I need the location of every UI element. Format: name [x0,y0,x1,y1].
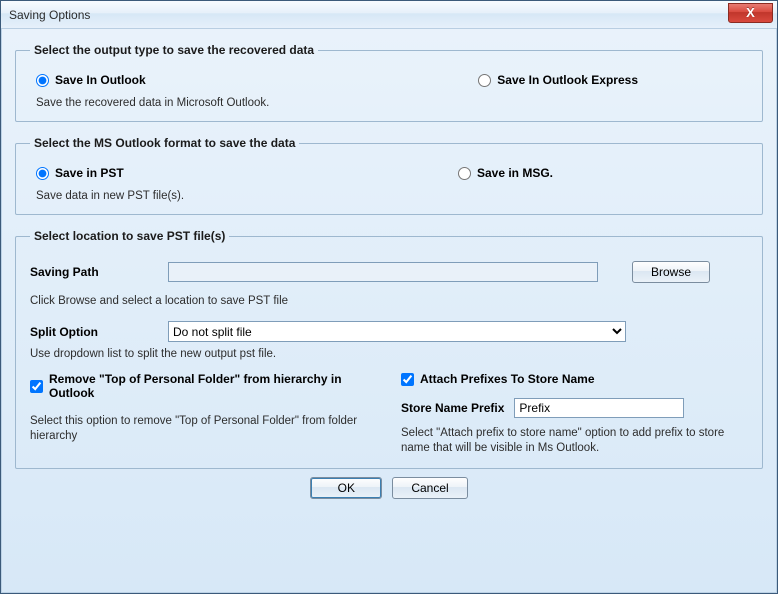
checkbox-remove-top-folder-label[interactable]: Remove "Top of Personal Folder" from hie… [49,372,377,400]
radio-save-in-pst-row: Save in PST [36,166,124,180]
group-output-type-legend: Select the output type to save the recov… [30,43,318,57]
client-area: Select the output type to save the recov… [1,29,777,593]
store-name-prefix-label: Store Name Prefix [401,401,504,415]
radio-save-in-outlook[interactable] [36,74,49,87]
saving-options-dialog: Saving Options X Select the output type … [0,0,778,594]
browse-button[interactable]: Browse [632,261,710,283]
saving-path-input[interactable] [168,262,598,282]
radio-save-in-outlook-row: Save In Outlook [36,73,146,87]
ok-button[interactable]: OK [310,477,382,499]
group-save-location: Select location to save PST file(s) Savi… [15,229,763,469]
saving-path-label: Saving Path [30,265,160,279]
radio-save-in-outlook-express[interactable] [478,74,491,87]
split-option-label: Split Option [30,325,160,339]
output-type-desc: Save the recovered data in Microsoft Out… [30,97,748,109]
browse-desc: Click Browse and select a location to sa… [30,295,748,307]
radio-save-in-outlook-label[interactable]: Save In Outlook [55,73,146,87]
radio-save-in-msg-label[interactable]: Save in MSG. [477,166,553,180]
remove-top-desc: Select this option to remove "Top of Per… [30,414,377,444]
close-button[interactable]: X [728,3,773,23]
radio-save-in-pst[interactable] [36,167,49,180]
radio-save-in-msg[interactable] [458,167,471,180]
titlebar: Saving Options X [1,1,777,29]
footer-buttons: OK Cancel [15,477,763,499]
group-output-type: Select the output type to save the recov… [15,43,763,122]
store-name-prefix-input[interactable] [514,398,684,418]
radio-save-in-outlook-express-label[interactable]: Save In Outlook Express [497,73,638,87]
outlook-format-desc: Save data in new PST file(s). [30,190,748,202]
checkbox-attach-prefix-label[interactable]: Attach Prefixes To Store Name [420,372,595,386]
checkbox-remove-top-folder[interactable] [30,380,43,393]
group-outlook-format: Select the MS Outlook format to save the… [15,136,763,215]
remove-top-col: Remove "Top of Personal Folder" from hie… [30,372,377,456]
attach-prefix-col: Attach Prefixes To Store Name Store Name… [401,372,748,456]
group-save-location-legend: Select location to save PST file(s) [30,229,229,243]
group-outlook-format-legend: Select the MS Outlook format to save the… [30,136,299,150]
split-desc: Use dropdown list to split the new outpu… [30,348,748,360]
split-option-select[interactable]: Do not split file [168,321,626,342]
radio-save-in-pst-label[interactable]: Save in PST [55,166,124,180]
attach-prefix-desc: Select "Attach prefix to store name" opt… [401,426,748,456]
close-icon: X [746,5,755,20]
checkbox-attach-prefix[interactable] [401,373,414,386]
window-title: Saving Options [9,8,90,22]
cancel-button[interactable]: Cancel [392,477,467,499]
radio-save-in-outlook-express-row: Save In Outlook Express [478,73,638,87]
radio-save-in-msg-row: Save in MSG. [458,166,553,180]
